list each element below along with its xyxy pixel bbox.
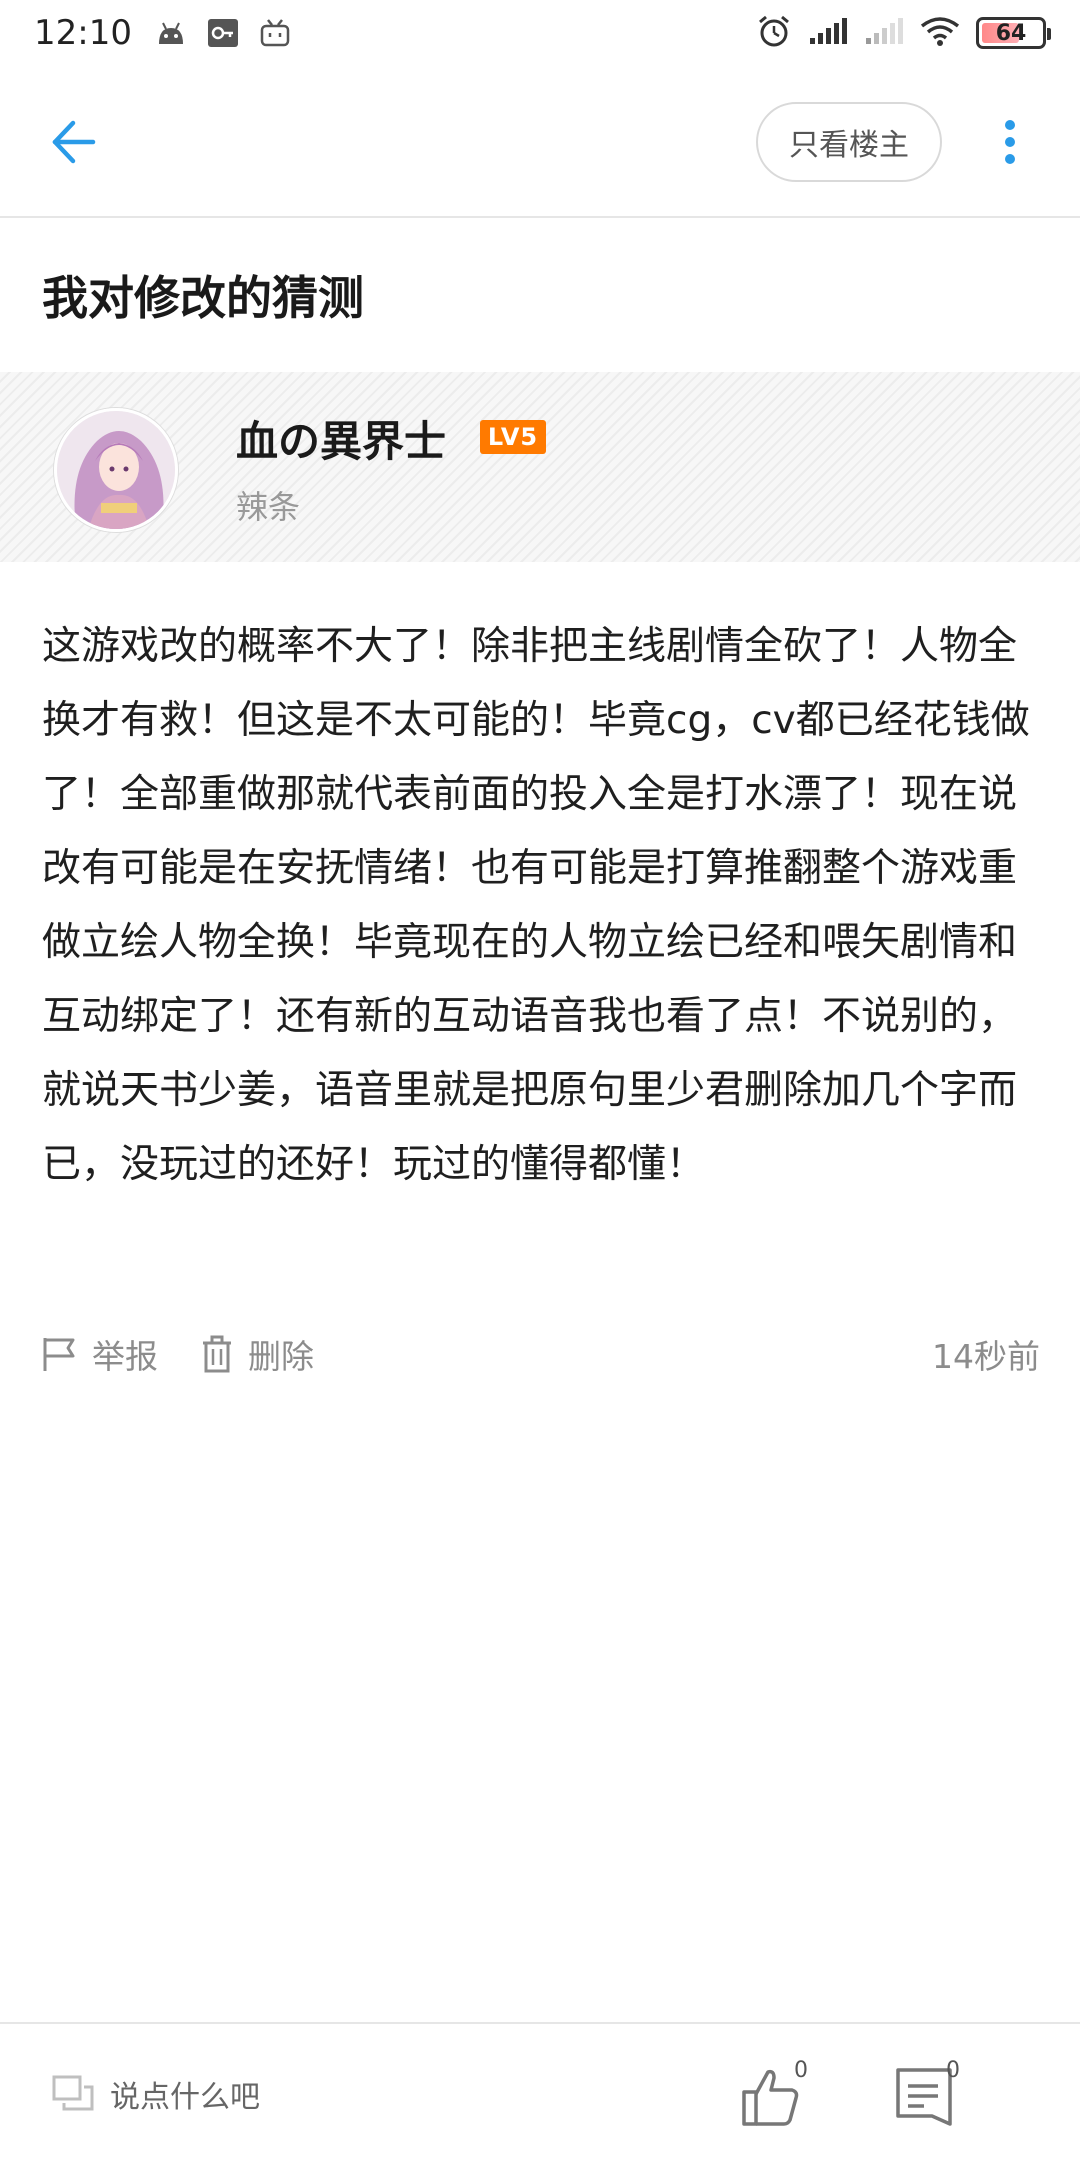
wifi-icon xyxy=(920,16,960,50)
more-vertical-icon xyxy=(1005,120,1015,164)
key-icon xyxy=(206,19,240,47)
author-info: 血の異界士 LV5 辣条 xyxy=(0,372,1080,562)
post-actions: 举报 删除 14秒前 xyxy=(40,1326,1040,1382)
author-title: 辣条 xyxy=(236,488,301,526)
comment-input[interactable]: 说点什么吧 xyxy=(52,2066,260,2122)
post-title: 我对修改的猜测 xyxy=(42,271,364,325)
system-icons: 64 xyxy=(756,14,1051,52)
bottom-bar: 说点什么吧 0 0 xyxy=(0,2022,1080,2160)
trash-icon xyxy=(203,1335,231,1373)
battery-level: 64 xyxy=(995,20,1027,46)
delete-button[interactable]: 删除 xyxy=(200,1330,314,1378)
chat-icon xyxy=(52,2075,94,2111)
like-count: 0 xyxy=(794,2058,808,2083)
author-name[interactable]: 血の異界士 xyxy=(236,408,446,469)
back-button[interactable] xyxy=(44,112,104,172)
post-timestamp: 14秒前 xyxy=(932,1337,1040,1376)
top-app-bar: 只看楼主 xyxy=(0,66,1080,218)
only-op-button[interactable]: 只看楼主 xyxy=(756,102,942,182)
comment-count: 0 xyxy=(946,2058,960,2083)
signal-icon xyxy=(808,16,848,50)
post-content: 这游戏改的概率不大了！除非把主线剧情全砍了！人物全换才有救！但这是不太可能的！毕… xyxy=(42,624,1030,1187)
back-arrow-icon xyxy=(52,120,96,164)
like-button[interactable]: 0 xyxy=(740,2058,810,2134)
level-badge: LV5 xyxy=(480,420,546,454)
notification-icons xyxy=(154,19,292,47)
comment-placeholder: 说点什么吧 xyxy=(110,2080,260,2115)
delete-label: 删除 xyxy=(248,1337,314,1376)
flag-icon xyxy=(43,1338,75,1371)
alarm-icon xyxy=(756,14,792,52)
signal-weak-icon xyxy=(864,16,904,50)
status-bar: 12:10 64 xyxy=(0,0,1080,66)
avatar[interactable] xyxy=(54,408,178,532)
android-icon xyxy=(154,19,188,47)
battery-icon: 64 xyxy=(976,17,1051,49)
bilibili-icon xyxy=(258,19,292,47)
report-button[interactable]: 举报 xyxy=(40,1330,158,1378)
status-time: 12:10 xyxy=(34,13,132,53)
more-button[interactable] xyxy=(990,112,1030,172)
comment-button[interactable]: 0 xyxy=(892,2058,962,2134)
report-label: 举报 xyxy=(92,1337,158,1376)
